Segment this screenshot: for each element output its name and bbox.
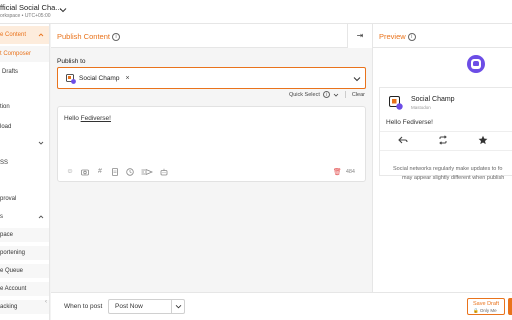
preview-disclaimer: Social networks regularly make updates t… xyxy=(393,165,512,183)
workspace-name[interactable]: fficial Social Cha... xyxy=(0,3,62,12)
reply-icon[interactable] xyxy=(398,135,408,145)
boost-icon[interactable] xyxy=(438,135,448,145)
editor-text[interactable]: Hello Fediverse! xyxy=(64,115,111,122)
sidebar-item-settings[interactable]: s xyxy=(0,210,49,224)
panel-title-text: Publish Content xyxy=(57,32,110,41)
publish-content-panel: Publish Content i ⇥ Publish to Social Ch… xyxy=(51,24,372,292)
info-icon[interactable]: i xyxy=(407,33,416,42)
sidebar-item-account[interactable]: e Account xyxy=(0,282,49,296)
top-bar: fficial Social Cha... orkspace • UTC+05:… xyxy=(0,0,512,24)
preview-note-line1: Social networks regularly make updates t… xyxy=(393,166,503,172)
when-to-post-value: Post Now xyxy=(115,303,143,310)
draft-visibility: 🔒 Only Me xyxy=(473,308,497,313)
info-icon[interactable]: i xyxy=(112,33,121,42)
quick-select-link[interactable]: Quick Select xyxy=(289,92,320,98)
sidebar-item-url-shortening[interactable]: portening xyxy=(0,246,49,260)
save-draft-button[interactable]: Save Draft 🔒 Only Me xyxy=(467,298,505,315)
sidebar-item-rss[interactable]: SS xyxy=(0,156,49,170)
editor-text-prefix: Hello xyxy=(64,115,81,122)
sidebar-item-post-composer[interactable]: t Composer xyxy=(0,46,49,62)
sidebar-item-queue[interactable]: e Queue xyxy=(0,264,49,278)
sidebar-item-bulk-upload[interactable]: load xyxy=(0,120,49,134)
remove-account-icon[interactable]: × xyxy=(125,75,129,82)
divider xyxy=(171,300,172,313)
camera-icon[interactable] xyxy=(81,168,89,176)
workspace-subtitle: orkspace • UTC+05:00 xyxy=(0,13,51,19)
favourite-star-icon[interactable] xyxy=(478,135,488,145)
preview-account-handle: Mastodon xyxy=(411,105,431,110)
divider xyxy=(344,91,346,98)
panel-title: Publish Content i xyxy=(57,32,121,42)
preview-post-text: Hello Fediverse! xyxy=(386,119,433,126)
divider xyxy=(380,150,512,151)
sidebar-item-drafts[interactable]: Drafts xyxy=(0,64,49,80)
panel-header: Publish Content i ⇥ xyxy=(51,24,372,48)
preview-title: Preview i xyxy=(379,32,416,42)
account-chip-label: Social Champ xyxy=(79,75,120,82)
publish-to-select[interactable]: Social Champ × xyxy=(57,67,366,89)
save-draft-label: Save Draft xyxy=(473,301,499,307)
mastodon-icon[interactable] xyxy=(467,55,485,73)
sidebar: e Content t Composer Drafts tion load SS… xyxy=(0,24,50,320)
info-icon[interactable]: i xyxy=(322,91,330,98)
sidebar-item-automation[interactable]: tion xyxy=(0,100,49,114)
sidebar-item-approval[interactable]: proval xyxy=(0,192,49,206)
document-icon[interactable] xyxy=(111,168,119,176)
sidebar-item-publish-content[interactable]: e Content xyxy=(0,26,49,44)
preview-panel: Preview i Social Champ Mastodon Hello Fe… xyxy=(372,24,512,292)
when-to-post-label: When to post xyxy=(64,303,103,310)
publish-button[interactable] xyxy=(508,298,512,315)
editor-toolbar: ☺ # xyxy=(66,168,168,176)
preview-actions xyxy=(398,135,488,145)
char-count-value: 484 xyxy=(345,169,355,175)
robot-icon[interactable] xyxy=(160,168,168,176)
preview-title-text: Preview xyxy=(379,32,406,41)
hashtag-icon[interactable]: # xyxy=(96,168,104,176)
preview-post-card: Social Champ Mastodon Hello Fediverse! xyxy=(379,87,512,176)
chevron-down-icon[interactable] xyxy=(59,6,67,14)
collapse-panel-button[interactable]: ⇥ xyxy=(347,24,372,48)
sidebar-item-group[interactable] xyxy=(0,136,49,150)
sidebar-collapse-icon[interactable]: ‹ xyxy=(45,299,49,311)
chevron-down-icon xyxy=(38,141,44,145)
emoji-icon[interactable]: ☺ xyxy=(66,168,74,176)
only-me-label: Only Me xyxy=(479,308,497,313)
sidebar-item-tracking[interactable]: acking xyxy=(0,300,49,314)
preview-header: Preview i xyxy=(373,24,512,48)
account-chip: Social Champ × xyxy=(63,72,134,85)
post-editor[interactable]: Hello Fediverse! ☺ # 🗑 484 xyxy=(57,106,366,182)
chevron-down-icon[interactable] xyxy=(353,75,361,83)
trash-icon[interactable]: 🗑 xyxy=(333,168,342,176)
chevron-up-icon xyxy=(38,215,44,219)
preview-note-line2: may appear slightly different when publi… xyxy=(402,175,505,181)
quick-select-row: Quick Select i Clear xyxy=(289,91,365,98)
social-champ-avatar-icon xyxy=(389,96,403,110)
chevron-down-icon[interactable] xyxy=(175,303,182,310)
when-to-post-select[interactable]: Post Now xyxy=(108,299,185,314)
clock-icon[interactable] xyxy=(126,168,134,176)
social-champ-avatar-icon xyxy=(66,73,76,84)
editor-text-link[interactable]: Fediverse! xyxy=(81,115,111,122)
clear-link[interactable]: Clear xyxy=(352,92,365,98)
preview-account-name: Social Champ xyxy=(411,96,455,103)
chevron-up-icon xyxy=(38,33,44,37)
bottom-bar: When to post Post Now Save Draft 🔒 Only … xyxy=(51,292,512,320)
chevron-down-icon[interactable] xyxy=(333,92,339,98)
character-counter: 🗑 484 xyxy=(333,168,355,176)
divider xyxy=(380,131,512,132)
publish-to-label: Publish to xyxy=(57,58,86,65)
sidebar-item-workspace[interactable]: pace xyxy=(0,228,49,242)
video-icon[interactable] xyxy=(141,168,153,176)
